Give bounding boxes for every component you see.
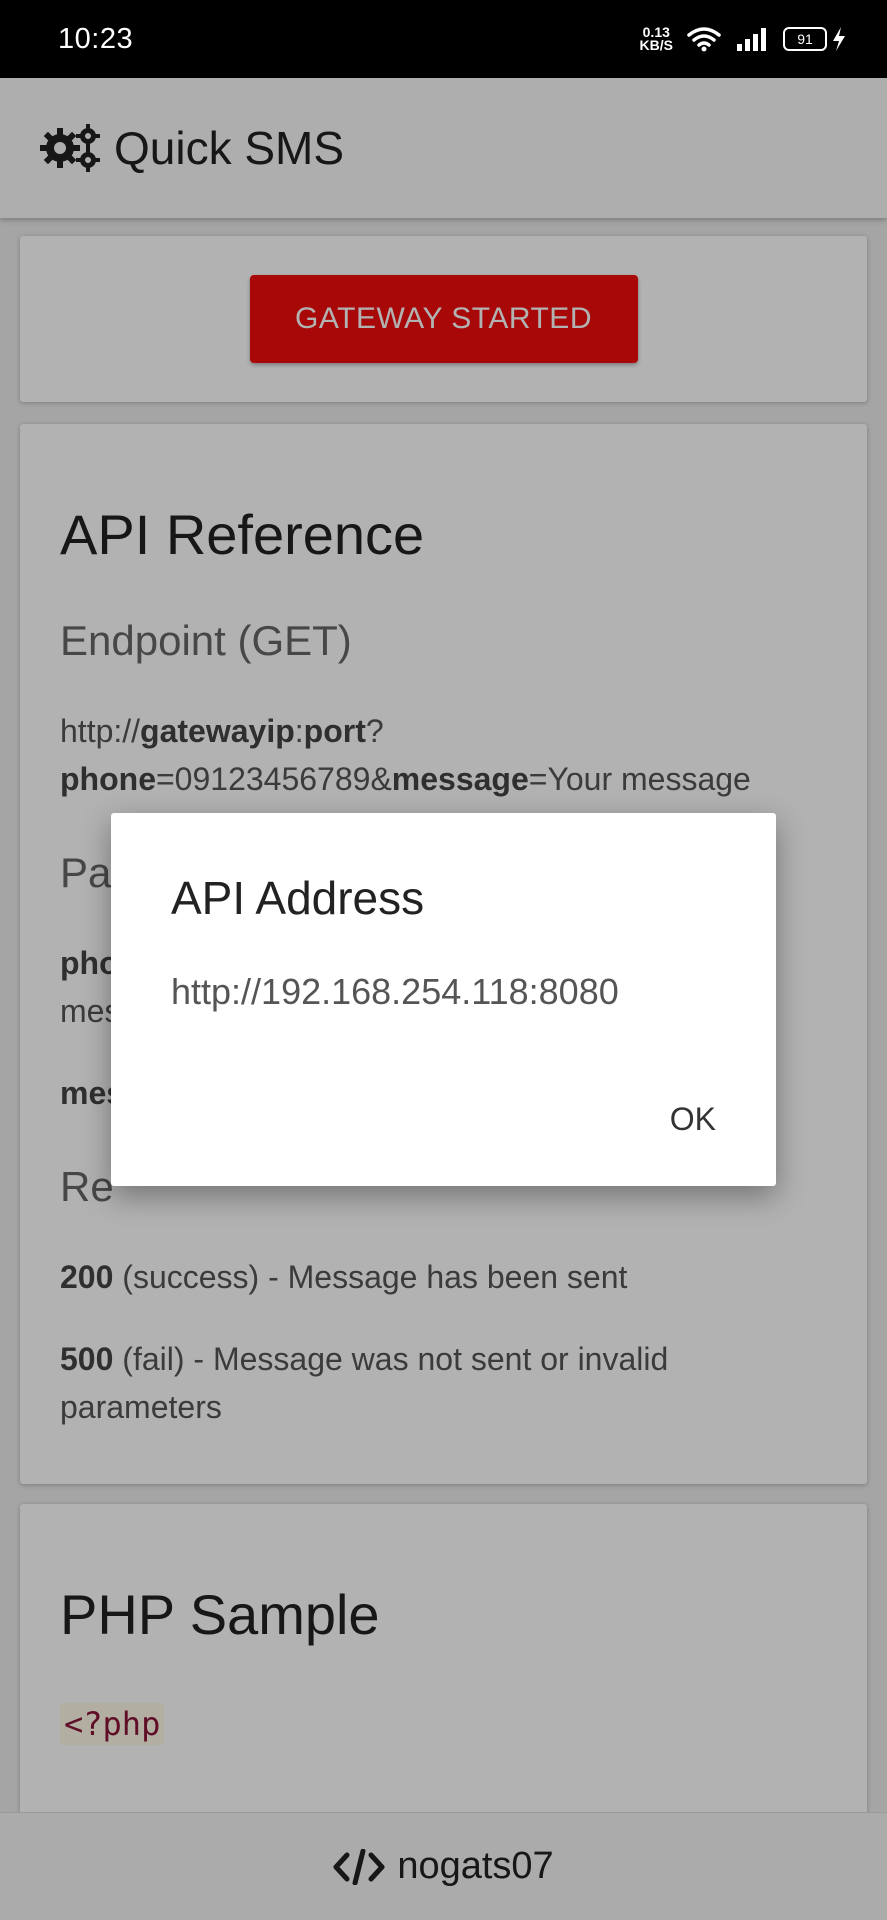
- api-address-dialog: API Address http://192.168.254.118:8080 …: [111, 813, 776, 1186]
- battery-icon: 91: [783, 26, 847, 52]
- charging-icon: [833, 27, 845, 51]
- wifi-icon: [687, 27, 721, 52]
- api-address-value: http://192.168.254.118:8080: [171, 971, 619, 1012]
- dialog-title: API Address: [171, 872, 425, 924]
- network-speed: 0.13 KB/S: [639, 25, 673, 53]
- signal-icon: [737, 28, 766, 51]
- status-bar: 10:23 0.13 KB/S 91: [0, 0, 887, 78]
- battery-level: 91: [783, 27, 827, 51]
- ok-button[interactable]: OK: [662, 1095, 724, 1144]
- status-icons: 0.13 KB/S 91: [639, 25, 847, 53]
- status-time: 10:23: [58, 22, 134, 55]
- network-speed-unit: KB/S: [639, 37, 673, 53]
